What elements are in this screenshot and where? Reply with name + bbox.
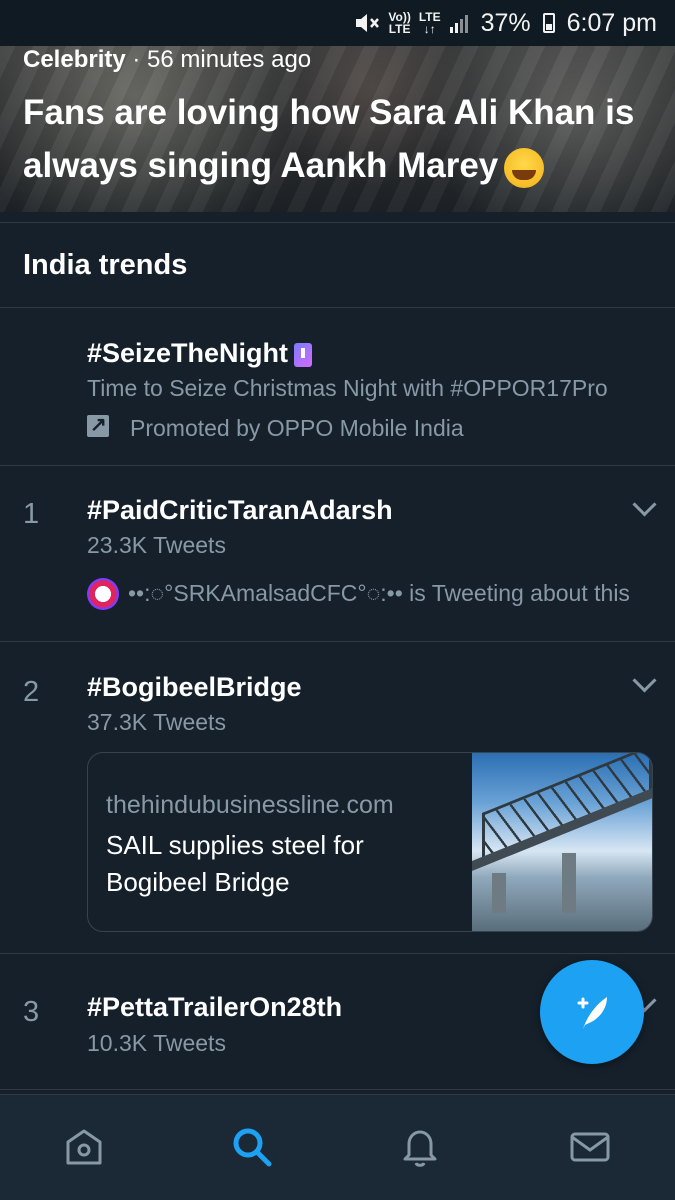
bridge-pillar xyxy=(492,873,506,913)
trend-rank: 2 xyxy=(23,676,40,708)
tab-messages[interactable] xyxy=(560,1117,620,1177)
compose-feather-icon xyxy=(577,997,607,1029)
bridge-pillar xyxy=(562,853,576,913)
status-icons: Vo)) LTE LTE ↓↑ xyxy=(354,11,468,35)
compose-tweet-button[interactable] xyxy=(540,960,644,1064)
section-header: India trends xyxy=(0,222,675,308)
story-headline-wrap: Fans are loving how Sara Ali Khan is alw… xyxy=(23,86,663,192)
bridge-thumbnail xyxy=(472,753,652,931)
avatar xyxy=(87,578,119,610)
story-time: 56 minutes ago xyxy=(147,46,312,73)
home-icon xyxy=(66,1129,102,1165)
battery-icon xyxy=(542,13,555,33)
tab-search[interactable] xyxy=(222,1117,282,1177)
promoted-trend[interactable]: #SeizeTheNight Time to Seize Christmas N… xyxy=(0,308,675,466)
trend-activity: ••:◌°SRKAmalsadCFC°◌:•• is Tweeting abou… xyxy=(128,580,630,606)
promoted-hashtag-wrap: #SeizeTheNight xyxy=(87,338,313,369)
promoted-icon xyxy=(87,412,109,437)
lte-arrows: ↓↑ xyxy=(423,22,436,36)
battery-percent: 37% xyxy=(480,8,531,37)
trend-tweet-count: 23.3K Tweets xyxy=(87,532,226,558)
volte-sub-label: LTE xyxy=(388,22,411,36)
trend-tweet-count: 10.3K Tweets xyxy=(87,1030,226,1056)
lte-indicator: LTE ↓↑ xyxy=(419,11,441,35)
signal-icon xyxy=(449,15,468,33)
card-title: SAIL supplies steel for Bogibeel Bridge xyxy=(106,830,364,897)
trend-rank: 1 xyxy=(23,498,40,530)
laughing-emoji-icon xyxy=(504,147,545,188)
featured-story[interactable]: Celebrity · 56 minutes ago Fans are lovi… xyxy=(0,46,675,212)
story-meta: Celebrity · 56 minutes ago xyxy=(23,46,311,74)
story-category: Celebrity xyxy=(23,46,126,73)
trend-hashtag: #PaidCriticTaranAdarsh xyxy=(87,495,393,525)
trend-hashtag: #PettaTrailerOn28th xyxy=(87,992,343,1022)
link-card[interactable]: thehindubusinessline.com SAIL supplies s… xyxy=(87,752,653,932)
mail-icon xyxy=(570,1132,610,1162)
clock: 6:07 pm xyxy=(566,8,657,37)
trend-hashtag: #BogibeelBridge xyxy=(87,672,302,702)
tab-notifications[interactable] xyxy=(390,1117,450,1177)
trend-tweet-count: 37.3K Tweets xyxy=(87,709,226,735)
tab-home[interactable] xyxy=(54,1117,114,1177)
status-bar: Vo)) LTE LTE ↓↑ 37% 6:07 pm xyxy=(0,0,675,46)
phone-emoji-icon xyxy=(294,342,313,367)
trend-item[interactable]: 1 #PaidCriticTaranAdarsh 23.3K Tweets ••… xyxy=(0,466,675,642)
promoted-hashtag: #SeizeTheNight xyxy=(87,338,289,368)
chevron-down-icon[interactable] xyxy=(632,492,657,517)
volte-indicator: Vo)) LTE xyxy=(388,11,410,35)
trend-rank: 3 xyxy=(23,996,40,1028)
chevron-down-icon[interactable] xyxy=(632,668,657,693)
section-title: India trends xyxy=(23,249,188,281)
card-domain: thehindubusinessline.com xyxy=(106,791,394,819)
promoted-description: Time to Seize Christmas Night with #OPPO… xyxy=(87,375,608,401)
meta-separator: · xyxy=(125,46,148,73)
bell-icon xyxy=(403,1130,437,1167)
search-icon xyxy=(233,1128,272,1167)
trend-item[interactable]: 2 #BogibeelBridge 37.3K Tweets thehindub… xyxy=(0,642,675,954)
promoted-by: Promoted by OPPO Mobile India xyxy=(130,415,464,441)
mute-icon xyxy=(356,14,380,32)
bottom-tab-bar xyxy=(0,1094,675,1200)
